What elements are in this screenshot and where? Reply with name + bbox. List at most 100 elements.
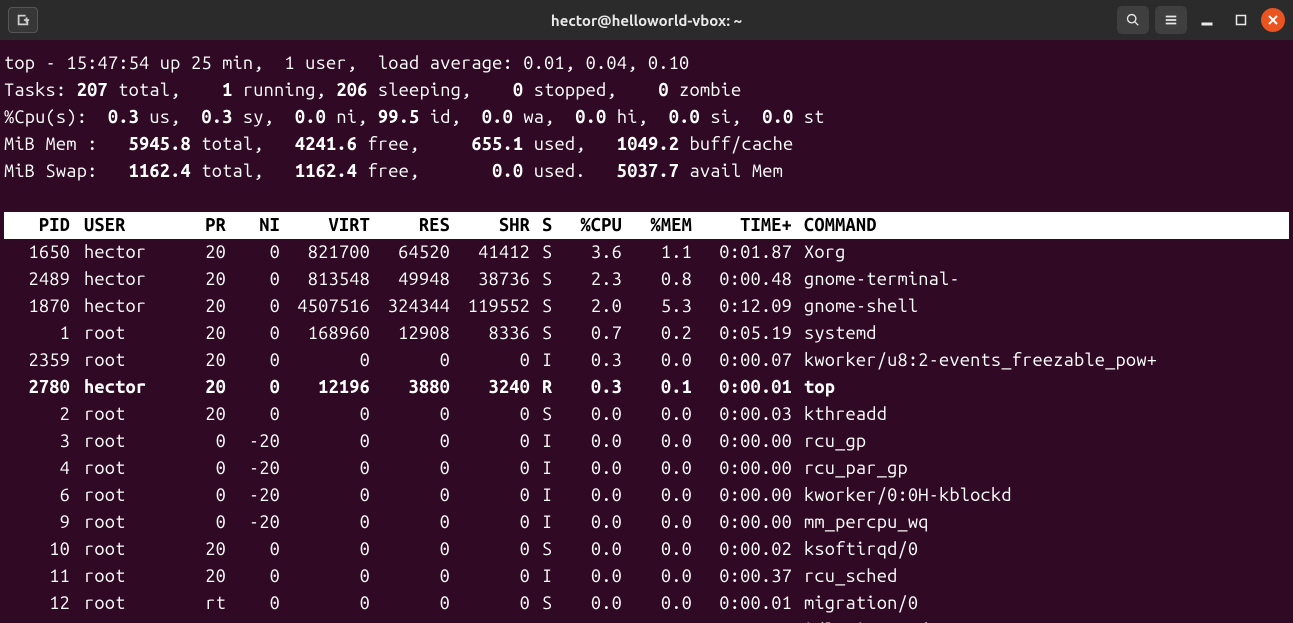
cell-time: 0:05.19: [700, 320, 800, 347]
col-res: RES: [378, 212, 458, 239]
process-row: 12rootrt0000S0.00.00:00.01migration/0: [4, 590, 1289, 617]
cell-user: root: [78, 590, 178, 617]
cell-mem: 0.0: [630, 617, 700, 623]
cell-user: hector: [78, 266, 178, 293]
cell-cmd: kworker/0:0H-kblockd: [800, 482, 1289, 509]
cell-mem: 0.8: [630, 266, 700, 293]
cell-ni: 0: [234, 320, 288, 347]
cell-pr: 0: [178, 455, 234, 482]
process-row: 2359root200000I0.30.00:00.07kworker/u8:2…: [4, 347, 1289, 374]
window-right-controls: [1117, 6, 1285, 34]
cell-s: I: [538, 455, 560, 482]
cell-ni: -20: [234, 509, 288, 536]
process-row: 13root-510000S0.00.00:00.00idle_inject/0: [4, 617, 1289, 623]
cell-cmd: ksoftirqd/0: [800, 536, 1289, 563]
cell-cpu: 0.0: [560, 428, 630, 455]
cell-pr: 0: [178, 482, 234, 509]
cell-res: 64520: [378, 239, 458, 266]
cell-s: S: [538, 320, 560, 347]
terminal-output[interactable]: top - 15:47:54 up 25 min, 1 user, load a…: [0, 40, 1293, 623]
cell-pr: 20: [178, 293, 234, 320]
cell-pid: 10: [4, 536, 78, 563]
cell-virt: 0: [288, 617, 378, 623]
cell-ni: 0: [234, 347, 288, 374]
cell-cmd: gnome-shell: [800, 293, 1289, 320]
cell-s: I: [538, 563, 560, 590]
cell-pr: 20: [178, 320, 234, 347]
process-row: 2780hector2001219638803240R0.30.10:00.01…: [4, 374, 1289, 401]
col-shr: SHR: [458, 212, 538, 239]
cell-cpu: 0.3: [560, 374, 630, 401]
cell-user: root: [78, 401, 178, 428]
close-button[interactable]: [1261, 8, 1285, 32]
cell-cmd: Xorg: [800, 239, 1289, 266]
cell-time: 0:00.00: [700, 617, 800, 623]
col-ni: NI: [234, 212, 288, 239]
cell-virt: 0: [288, 347, 378, 374]
cell-s: S: [538, 239, 560, 266]
cell-shr: 0: [458, 536, 538, 563]
cell-mem: 0.0: [630, 536, 700, 563]
window-title: hector@helloworld-vbox: ~: [0, 12, 1293, 29]
cell-cmd: gnome-terminal-: [800, 266, 1289, 293]
cell-user: root: [78, 428, 178, 455]
cell-time: 0:00.00: [700, 455, 800, 482]
maximize-button[interactable]: [1227, 6, 1255, 34]
cell-virt: 0: [288, 401, 378, 428]
cell-pid: 12: [4, 590, 78, 617]
cell-time: 0:00.03: [700, 401, 800, 428]
cell-ni: 0: [234, 563, 288, 590]
cell-pr: 0: [178, 428, 234, 455]
cell-virt: 0: [288, 590, 378, 617]
process-row: 9root0-20000I0.00.00:00.00mm_percpu_wq: [4, 509, 1289, 536]
cell-time: 0:00.00: [700, 428, 800, 455]
cell-time: 0:00.48: [700, 266, 800, 293]
cell-cpu: 0.0: [560, 563, 630, 590]
cell-pid: 13: [4, 617, 78, 623]
cell-time: 0:00.01: [700, 590, 800, 617]
cell-ni: -20: [234, 482, 288, 509]
cell-shr: 38736: [458, 266, 538, 293]
minimize-button[interactable]: [1193, 6, 1221, 34]
cell-virt: 0: [288, 536, 378, 563]
cell-pid: 3: [4, 428, 78, 455]
cell-cmd: kthreadd: [800, 401, 1289, 428]
hamburger-menu-button[interactable]: [1155, 6, 1187, 34]
cell-res: 3880: [378, 374, 458, 401]
cell-res: 0: [378, 347, 458, 374]
cell-mem: 0.0: [630, 401, 700, 428]
cell-virt: 0: [288, 428, 378, 455]
cell-cpu: 0.0: [560, 509, 630, 536]
process-row: 2root200000S0.00.00:00.03kthreadd: [4, 401, 1289, 428]
cell-shr: 0: [458, 563, 538, 590]
cell-res: 0: [378, 509, 458, 536]
cell-mem: 0.0: [630, 347, 700, 374]
cell-shr: 0: [458, 617, 538, 623]
cell-cpu: 0.0: [560, 590, 630, 617]
cell-cmd: systemd: [800, 320, 1289, 347]
cell-shr: 8336: [458, 320, 538, 347]
cell-s: S: [538, 293, 560, 320]
cell-res: 0: [378, 563, 458, 590]
cell-user: root: [78, 347, 178, 374]
cell-cmd: migration/0: [800, 590, 1289, 617]
cell-user: root: [78, 320, 178, 347]
cell-cmd: mm_percpu_wq: [800, 509, 1289, 536]
cell-user: root: [78, 563, 178, 590]
cell-user: hector: [78, 239, 178, 266]
cell-cpu: 2.3: [560, 266, 630, 293]
cell-user: hector: [78, 374, 178, 401]
cell-pr: rt: [178, 590, 234, 617]
col-user: USER: [78, 212, 178, 239]
search-icon: [1126, 13, 1140, 27]
cell-cpu: 0.0: [560, 617, 630, 623]
cell-cmd: idle_inject/0: [800, 617, 1289, 623]
cell-shr: 0: [458, 347, 538, 374]
search-button[interactable]: [1117, 6, 1149, 34]
cell-virt: 0: [288, 509, 378, 536]
col-command: COMMAND: [800, 212, 1289, 239]
close-icon: [1268, 15, 1278, 25]
cell-mem: 0.0: [630, 482, 700, 509]
top-summary-line1: top - 15:47:54 up 25 min, 1 user, load a…: [4, 50, 1289, 77]
cell-mem: 5.3: [630, 293, 700, 320]
